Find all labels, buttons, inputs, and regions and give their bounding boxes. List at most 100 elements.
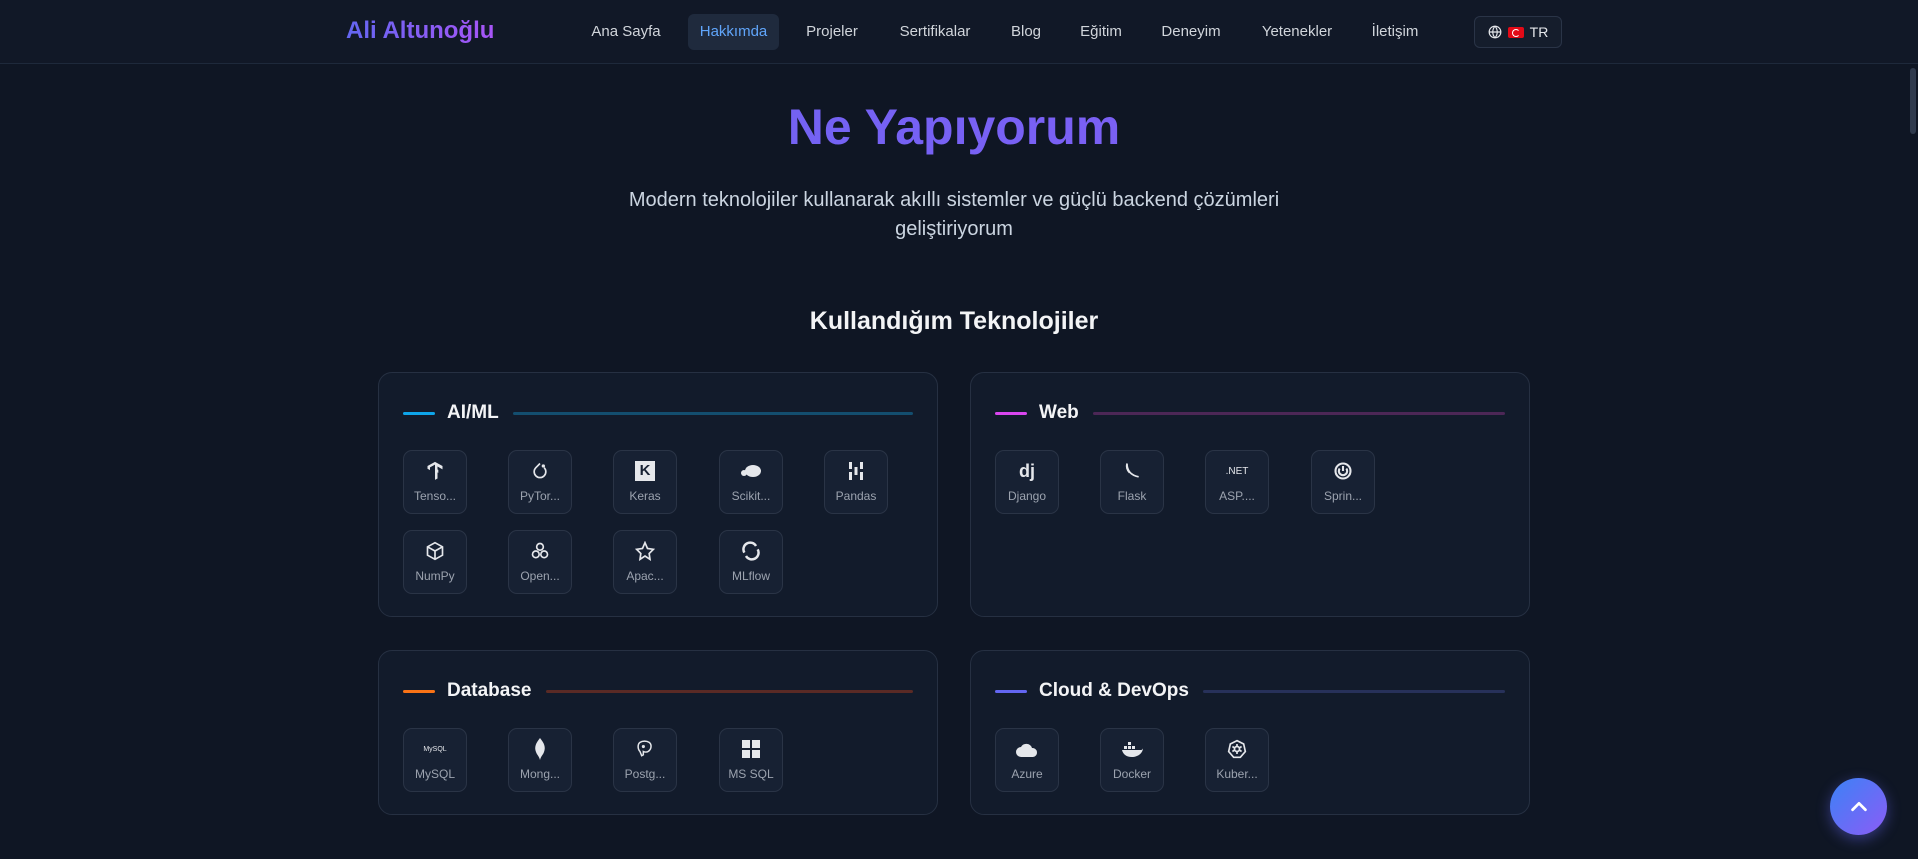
tech-tile-postgresql[interactable]: Postg... xyxy=(613,728,677,792)
card-accent xyxy=(403,411,435,415)
tech-label: Docker xyxy=(1112,767,1151,781)
tech-label: Tenso... xyxy=(413,489,457,503)
dotnet-icon: .NET xyxy=(1206,460,1268,482)
scrollbar-track[interactable] xyxy=(1908,64,1918,859)
tech-tile-azure[interactable]: Azure xyxy=(995,728,1059,792)
tensorflow-icon xyxy=(404,460,466,482)
numpy-icon xyxy=(404,540,466,562)
pandas-icon xyxy=(825,460,887,482)
openai-icon xyxy=(509,540,571,562)
category-card-ai-ml: AI/ML Tenso... PyTor... K Keras Scikit..… xyxy=(378,372,938,617)
nav-item-yetenekler[interactable]: Yetenekler xyxy=(1252,14,1342,50)
card-divider xyxy=(1202,689,1505,693)
django-icon: dj xyxy=(996,460,1058,482)
tech-tile-django[interactable]: dj Django xyxy=(995,450,1059,514)
category-card-database: Database MySQL MySQL Mong... Postg... MS… xyxy=(378,650,938,815)
tech-tile-spring[interactable]: Sprin... xyxy=(1311,450,1375,514)
globe-icon xyxy=(1488,25,1502,39)
tech-tile-keras[interactable]: K Keras xyxy=(613,450,677,514)
card-accent xyxy=(403,689,435,693)
section-title: Ne Yapıyorum xyxy=(0,98,1908,156)
card-title: Database xyxy=(447,680,532,701)
site-header: Ali Altunoğlu Ana Sayfa Hakkımda Projele… xyxy=(0,0,1918,64)
kubernetes-icon xyxy=(1206,738,1268,760)
tech-label: MLflow xyxy=(731,569,770,583)
mssql-icon xyxy=(720,738,782,760)
technologies-title: Kullandığım Teknolojiler xyxy=(809,307,1099,335)
tech-tile-kubernetes[interactable]: Kuber... xyxy=(1205,728,1269,792)
language-switcher[interactable]: TR xyxy=(1474,16,1562,48)
tech-tile-pandas[interactable]: Pandas xyxy=(824,450,888,514)
nav-item-egitim[interactable]: Eğitim xyxy=(1069,14,1133,50)
tech-tile-mssql[interactable]: MS SQL xyxy=(719,728,783,792)
tech-label: Azure xyxy=(1011,767,1043,781)
main-nav: Ana Sayfa Hakkımda Projeler Sertifikalar… xyxy=(0,14,1918,50)
tech-label: Mong... xyxy=(519,767,561,781)
tech-tile-mlflow[interactable]: MLflow xyxy=(719,530,783,594)
scrollbar-thumb[interactable] xyxy=(1910,68,1916,134)
tech-label: ASP.... xyxy=(1219,489,1255,503)
nav-item-sertifikalar[interactable]: Sertifikalar xyxy=(885,14,985,50)
postgresql-icon xyxy=(614,738,676,760)
tech-tile-mongodb[interactable]: Mong... xyxy=(508,728,572,792)
nav-item-hakkimda[interactable]: Hakkımda xyxy=(688,14,779,50)
tech-label: Scikit... xyxy=(731,489,771,503)
tech-label: Apac... xyxy=(626,569,664,583)
tech-label: Open... xyxy=(520,569,560,583)
mysql-glyph: MySQL xyxy=(423,745,447,753)
tech-tile-docker[interactable]: Docker xyxy=(1100,728,1164,792)
tech-tile-openai[interactable]: Open... xyxy=(508,530,572,594)
card-divider xyxy=(545,689,913,693)
card-title: Cloud & DevOps xyxy=(1039,680,1189,701)
card-header: Cloud & DevOps xyxy=(995,677,1505,705)
card-title: Web xyxy=(1039,402,1079,423)
tech-tile-mysql[interactable]: MySQL MySQL xyxy=(403,728,467,792)
tech-label: Sprin... xyxy=(1323,489,1362,503)
tech-label: Kuber... xyxy=(1216,767,1258,781)
language-code: TR xyxy=(1529,24,1549,40)
docker-icon xyxy=(1101,738,1163,760)
turkey-flag-icon xyxy=(1507,26,1524,38)
card-divider xyxy=(1092,411,1505,415)
mysql-icon: MySQL xyxy=(404,738,466,760)
nav-item-deneyim[interactable]: Deneyim xyxy=(1149,14,1233,50)
section-subtitle: Modern teknolojiler kullanarak akıllı si… xyxy=(628,189,1280,240)
category-card-web: Web dj Django Flask .NET ASP.... Sprin..… xyxy=(970,372,1530,617)
pytorch-icon xyxy=(509,460,571,482)
tech-tile-aspnet[interactable]: .NET ASP.... xyxy=(1205,450,1269,514)
tech-label: Pandas xyxy=(835,489,877,503)
card-header: AI/ML xyxy=(403,399,913,427)
dotnet-glyph: .NET xyxy=(1225,465,1249,477)
scroll-to-top-button[interactable] xyxy=(1830,778,1887,835)
keras-glyph: K xyxy=(635,461,655,481)
card-header: Web xyxy=(995,399,1505,427)
spring-icon xyxy=(1312,460,1374,482)
tech-tile-scikit-learn[interactable]: Scikit... xyxy=(719,450,783,514)
tech-label: MS SQL xyxy=(728,767,774,781)
nav-item-projeler[interactable]: Projeler xyxy=(795,14,869,50)
flask-icon xyxy=(1101,460,1163,482)
azure-icon xyxy=(996,738,1058,760)
tech-label: Django xyxy=(1007,489,1047,503)
nav-item-blog[interactable]: Blog xyxy=(1001,14,1051,50)
tech-tile-apache[interactable]: Apac... xyxy=(613,530,677,594)
tech-label: Postg... xyxy=(624,767,666,781)
tech-tile-numpy[interactable]: NumPy xyxy=(403,530,467,594)
tech-label: Keras xyxy=(629,489,661,503)
chevron-up-icon xyxy=(1850,801,1867,811)
card-title: AI/ML xyxy=(447,402,499,423)
card-accent xyxy=(995,689,1027,693)
scikit-learn-icon xyxy=(720,460,782,482)
mongodb-icon xyxy=(509,738,571,760)
category-card-cloud-devops: Cloud & DevOps Azure Docker Kuber... xyxy=(970,650,1530,815)
tech-tile-flask[interactable]: Flask xyxy=(1100,450,1164,514)
nav-item-iletisim[interactable]: İletişim xyxy=(1362,14,1428,50)
tech-label: NumPy xyxy=(415,569,455,583)
tech-label: MySQL xyxy=(414,767,455,781)
tech-tile-pytorch[interactable]: PyTor... xyxy=(508,450,572,514)
card-header: Database xyxy=(403,677,913,705)
django-glyph: dj xyxy=(1019,460,1035,481)
apache-spark-icon xyxy=(614,540,676,562)
nav-item-ana-sayfa[interactable]: Ana Sayfa xyxy=(580,14,672,50)
tech-tile-tensorflow[interactable]: Tenso... xyxy=(403,450,467,514)
